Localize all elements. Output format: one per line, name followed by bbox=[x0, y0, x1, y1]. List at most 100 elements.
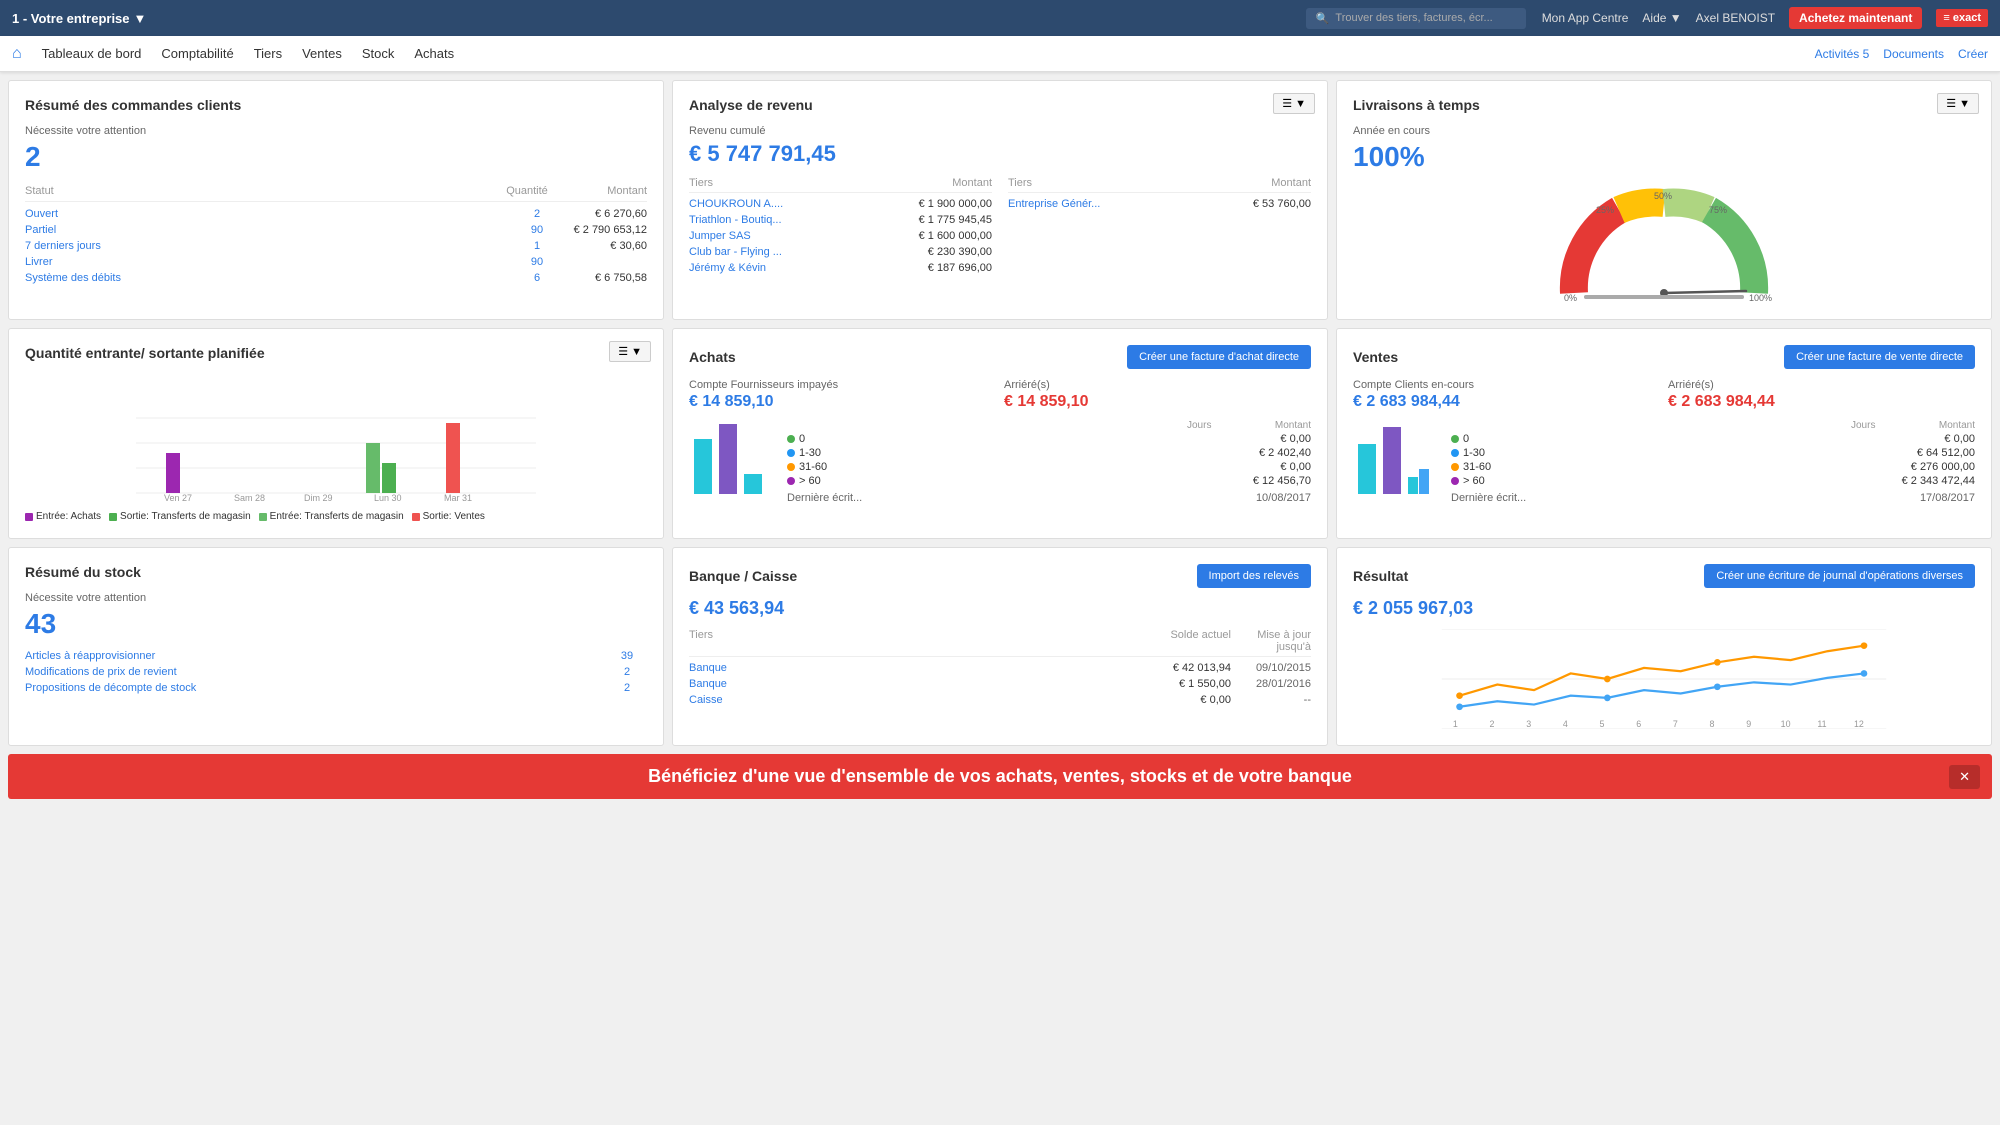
detail-header-row: Jours Montant bbox=[1451, 419, 1975, 432]
stock-articles-link[interactable]: Articles à réapprovisionner bbox=[25, 650, 607, 662]
svg-text:Dim 29: Dim 29 bbox=[304, 493, 333, 503]
svg-text:5: 5 bbox=[1600, 719, 1605, 729]
needs-attention-label: Nécessite votre attention bbox=[25, 125, 647, 137]
quantite-card: Quantité entrante/ sortante planifiée ☰ … bbox=[8, 328, 664, 539]
stock-row-1: Modifications de prix de revient 2 bbox=[25, 664, 647, 680]
svg-text:25%: 25% bbox=[1596, 205, 1614, 215]
tiers-link[interactable]: Club bar - Flying ... bbox=[689, 246, 782, 258]
commande-ouvert-link[interactable]: Ouvert bbox=[25, 208, 517, 220]
ventes-header: Ventes Créer une facture de vente direct… bbox=[1353, 345, 1975, 369]
create-vente-button[interactable]: Créer une facture de vente directe bbox=[1784, 345, 1975, 369]
livraisons-menu-button[interactable]: ☰ ▼ bbox=[1937, 93, 1979, 114]
legend-item: Entrée: Transferts de magasin bbox=[259, 511, 404, 522]
nav-ventes[interactable]: Ventes bbox=[302, 46, 342, 61]
create-achat-button[interactable]: Créer une facture d'achat directe bbox=[1127, 345, 1311, 369]
resultat-header: Résultat Créer une écriture de journal d… bbox=[1353, 564, 1975, 588]
activites-link[interactable]: Activités 5 bbox=[1815, 47, 1870, 61]
caisse-link[interactable]: Caisse bbox=[689, 694, 1131, 706]
commande-7jours-link[interactable]: 7 derniers jours bbox=[25, 240, 517, 252]
creer-link[interactable]: Créer bbox=[1958, 47, 1988, 61]
secondary-navigation: ⌂ Tableaux de bord Comptabilité Tiers Ve… bbox=[0, 36, 2000, 72]
achats-row-1: 1-30 € 2 402,40 bbox=[787, 446, 1311, 460]
stock-propositions-link[interactable]: Propositions de décompte de stock bbox=[25, 682, 607, 694]
svg-text:8: 8 bbox=[1710, 719, 1715, 729]
livraisons-card: Livraisons à temps ☰ ▼ Année en cours 10… bbox=[1336, 80, 1992, 320]
quantite-menu-button[interactable]: ☰ ▼ bbox=[609, 341, 651, 362]
promo-banner: Bénéficiez d'une vue d'ensemble de vos a… bbox=[8, 754, 1992, 799]
user-menu[interactable]: Axel BENOIST bbox=[1696, 11, 1775, 25]
commande-partiel-link[interactable]: Partiel bbox=[25, 224, 517, 236]
dot-orange bbox=[1451, 463, 1459, 471]
tiers-link[interactable]: Entreprise Génér... bbox=[1008, 198, 1100, 210]
commande-debits-link[interactable]: Système des débits bbox=[25, 272, 517, 284]
compte-clients-block: Compte Clients en-cours € 2 683 984,44 bbox=[1353, 379, 1660, 411]
dot-orange bbox=[787, 463, 795, 471]
dashboard-grid: Résumé des commandes clients Nécessite v… bbox=[0, 72, 2000, 754]
global-search[interactable]: 🔍 Trouver des tiers, factures, écr... bbox=[1306, 8, 1526, 29]
legend-dot bbox=[25, 513, 33, 521]
revenu-menu-button[interactable]: ☰ ▼ bbox=[1273, 93, 1315, 114]
tiers-row: Jumper SAS € 1 600 000,00 bbox=[689, 228, 992, 244]
tiers-link[interactable]: Triathlon - Boutiq... bbox=[689, 214, 782, 226]
svg-text:3: 3 bbox=[1526, 719, 1531, 729]
svg-text:11: 11 bbox=[1817, 719, 1826, 729]
svg-text:0%: 0% bbox=[1564, 293, 1577, 303]
nav-tiers[interactable]: Tiers bbox=[254, 46, 282, 61]
banque-row-1: Banque € 1 550,00 28/01/2016 bbox=[689, 676, 1311, 692]
achats-bar-svg bbox=[689, 419, 769, 499]
banque-link-1[interactable]: Banque bbox=[689, 678, 1131, 690]
tiers-link[interactable]: CHOUKROUN A.... bbox=[689, 198, 783, 210]
tiers-row: Entreprise Génér... € 53 760,00 bbox=[1008, 196, 1311, 212]
achats-row-2: 31-60 € 0,00 bbox=[787, 460, 1311, 474]
legend-dot bbox=[412, 513, 420, 521]
tiers-link[interactable]: Jumper SAS bbox=[689, 230, 751, 242]
tiers-table: Tiers Montant CHOUKROUN A.... € 1 900 00… bbox=[689, 177, 1311, 276]
compte-fournisseurs-block: Compte Fournisseurs impayés € 14 859,10 bbox=[689, 379, 996, 411]
resultat-title: Résultat bbox=[1353, 568, 1408, 584]
svg-text:50%: 50% bbox=[1654, 191, 1672, 201]
nav-tableaux[interactable]: Tableaux de bord bbox=[42, 46, 142, 61]
nav-comptabilite[interactable]: Comptabilité bbox=[161, 46, 233, 61]
banque-total: € 43 563,94 bbox=[689, 598, 1311, 619]
company-selector[interactable]: 1 - Votre entreprise ▼ bbox=[12, 11, 146, 26]
documents-link[interactable]: Documents bbox=[1883, 47, 1944, 61]
table-row: 7 derniers jours 1 € 30,60 bbox=[25, 238, 647, 254]
import-releves-button[interactable]: Import des relevés bbox=[1197, 564, 1311, 588]
home-icon[interactable]: ⌂ bbox=[12, 45, 22, 63]
dot-blue bbox=[787, 449, 795, 457]
achats-header: Achats Créer une facture d'achat directe bbox=[689, 345, 1311, 369]
revenu-cumule-label: Revenu cumulé bbox=[689, 125, 1311, 137]
banque-link-0[interactable]: Banque bbox=[689, 662, 1131, 674]
stock-modifications-link[interactable]: Modifications de prix de revient bbox=[25, 666, 607, 678]
nav-stock[interactable]: Stock bbox=[362, 46, 395, 61]
arriere-achats-block: Arriéré(s) € 14 859,10 bbox=[1004, 379, 1311, 411]
annee-label: Année en cours bbox=[1353, 125, 1975, 137]
banque-row-2: Caisse € 0,00 -- bbox=[689, 692, 1311, 708]
promo-close-button[interactable]: ✕ bbox=[1949, 765, 1980, 789]
quantite-chart-svg: Ven 27 Sam 28 Dim 29 Lun 30 Mar 31 bbox=[25, 393, 647, 503]
table-row: Partiel 90 € 2 790 653,12 bbox=[25, 222, 647, 238]
commande-livrer-link[interactable]: Livrer bbox=[25, 256, 517, 268]
banque-card: Banque / Caisse Import des relevés € 43 … bbox=[672, 547, 1328, 746]
ventes-row-2: 31-60 € 276 000,00 bbox=[1451, 460, 1975, 474]
ventes-row-1: 1-30 € 64 512,00 bbox=[1451, 446, 1975, 460]
resume-commandes-title: Résumé des commandes clients bbox=[25, 97, 647, 113]
resultat-chart-svg: 1 2 3 4 5 6 7 8 9 10 11 12 bbox=[1353, 629, 1975, 729]
arriere-ventes-amount: € 2 683 984,44 bbox=[1668, 393, 1975, 411]
svg-text:12: 12 bbox=[1854, 719, 1864, 729]
achats-row-3: > 60 € 12 456,70 bbox=[787, 474, 1311, 488]
svg-text:100%: 100% bbox=[1749, 293, 1772, 303]
nav-achats[interactable]: Achats bbox=[414, 46, 454, 61]
tiers-link[interactable]: Jérémy & Kévin bbox=[689, 262, 766, 274]
achats-title: Achats bbox=[689, 349, 736, 365]
buy-button[interactable]: Achetez maintenant bbox=[1789, 7, 1922, 29]
create-ecriture-button[interactable]: Créer une écriture de journal d'opératio… bbox=[1704, 564, 1975, 588]
dot-purple bbox=[1451, 477, 1459, 485]
aide-link[interactable]: Aide ▼ bbox=[1642, 11, 1681, 25]
app-centre-link[interactable]: Mon App Centre bbox=[1542, 11, 1629, 25]
dot-green bbox=[787, 435, 795, 443]
svg-text:Mar 31: Mar 31 bbox=[444, 493, 472, 503]
chevron-down-icon: ▼ bbox=[1670, 11, 1682, 25]
banque-header: Banque / Caisse Import des relevés bbox=[689, 564, 1311, 588]
table-row: Ouvert 2 € 6 270,60 bbox=[25, 206, 647, 222]
